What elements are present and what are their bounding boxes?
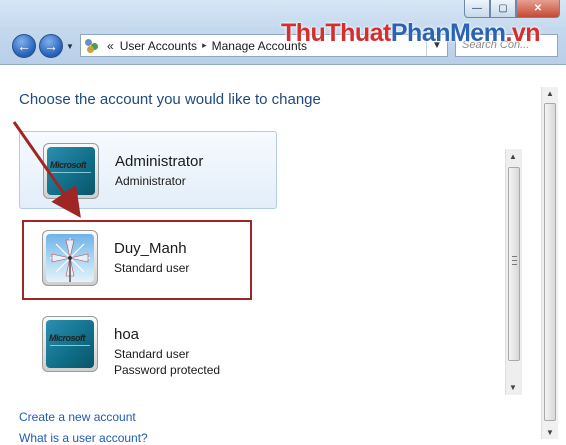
annotation-arrow-icon	[12, 121, 81, 218]
